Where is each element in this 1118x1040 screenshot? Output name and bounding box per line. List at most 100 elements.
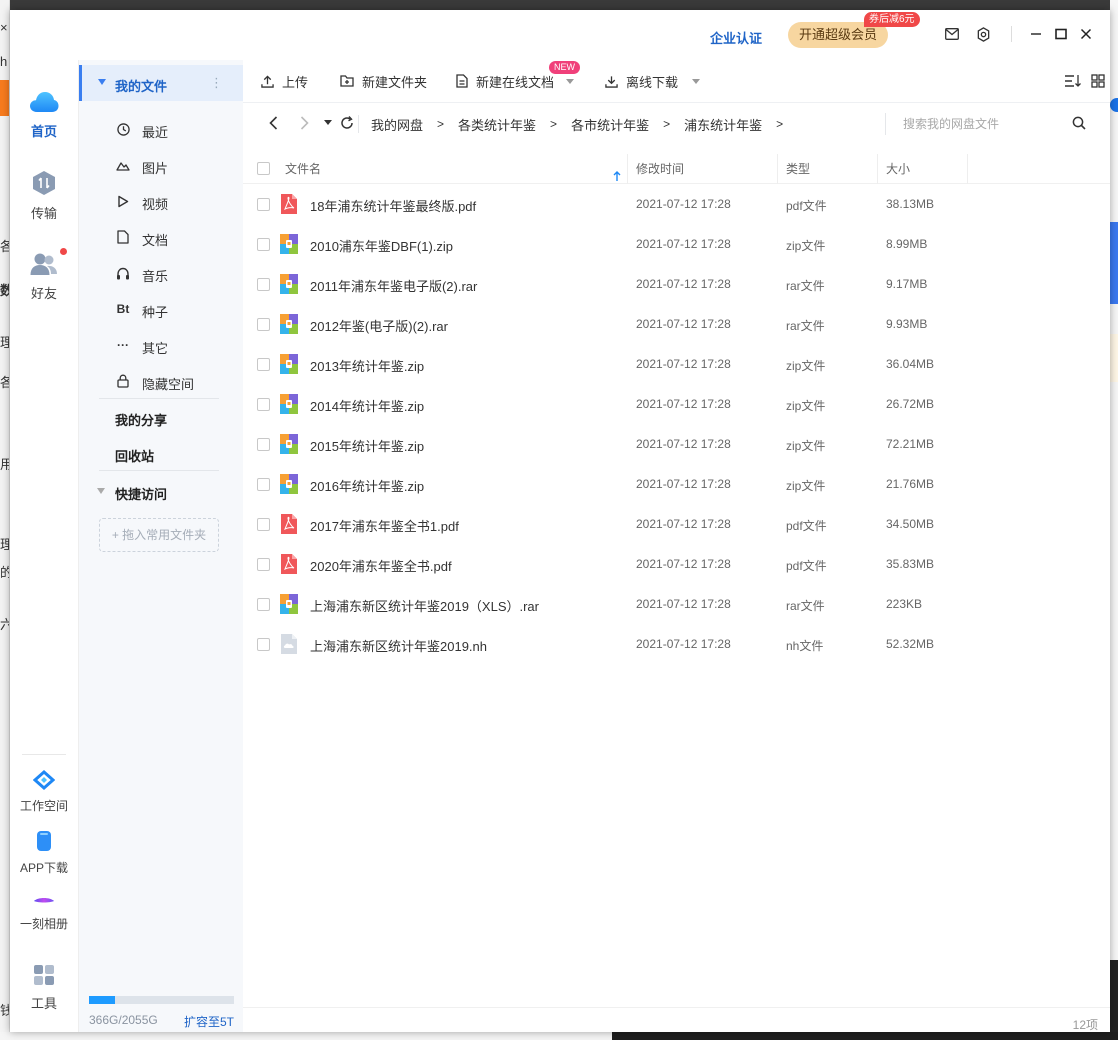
nav-my-share[interactable]: 我的分享 bbox=[115, 410, 167, 429]
column-header-modified[interactable]: 修改时间 bbox=[628, 154, 778, 184]
row-checkbox[interactable] bbox=[257, 358, 270, 371]
file-row[interactable]: 2017年浦东年鉴全书1.pdf 2021-07-12 17:28 pdf文件 34.… bbox=[243, 504, 1110, 544]
row-checkbox[interactable] bbox=[257, 558, 270, 571]
drop-folder-zone[interactable]: + 拖入常用文件夹 bbox=[99, 518, 219, 552]
file-row[interactable]: 上海浦东新区统计年鉴2019（XLS）.rar 2021-07-12 17:28 r… bbox=[243, 584, 1110, 624]
grid-view-icon[interactable] bbox=[1089, 72, 1107, 90]
new-folder-label: 新建文件夹 bbox=[362, 74, 428, 90]
collapse-triangle-icon[interactable] bbox=[97, 488, 105, 494]
sort-icon[interactable] bbox=[1063, 72, 1081, 90]
row-checkbox[interactable] bbox=[257, 238, 270, 251]
row-checkbox[interactable] bbox=[257, 638, 270, 651]
column-header-name[interactable]: 文件名 bbox=[277, 154, 628, 184]
background-yellow-block bbox=[1110, 334, 1118, 382]
file-name[interactable]: 2013年统计年鉴.zip bbox=[310, 356, 424, 375]
mail-icon[interactable] bbox=[942, 24, 962, 44]
rail-item-workspace[interactable]: 工作空间 bbox=[10, 769, 78, 814]
file-name[interactable]: 2016年统计年鉴.zip bbox=[310, 476, 424, 495]
row-checkbox[interactable] bbox=[257, 318, 270, 331]
nav-quick-access[interactable]: 快捷访问 bbox=[115, 484, 167, 503]
rail-item-friends[interactable]: 好友 bbox=[10, 252, 78, 302]
file-size: 35.83MB bbox=[886, 557, 935, 571]
search-input[interactable] bbox=[903, 115, 1063, 133]
file-size: 21.76MB bbox=[886, 477, 935, 491]
rail-item-album[interactable]: 一刻相册 bbox=[10, 894, 78, 932]
background-text: 钱 bbox=[0, 1000, 9, 1019]
back-icon[interactable] bbox=[265, 115, 281, 131]
nav-item-torrents[interactable]: Bt 种子 bbox=[79, 291, 244, 327]
maximize-icon[interactable] bbox=[1051, 24, 1071, 44]
file-name[interactable]: 2017年浦东年鉴全书1.pdf bbox=[310, 516, 459, 535]
search-box bbox=[885, 113, 1100, 135]
nav-item-other[interactable]: ··· 其它 bbox=[79, 327, 244, 363]
file-row[interactable]: 2011年浦东年鉴电子版(2).rar 2021-07-12 17:28 rar文件… bbox=[243, 264, 1110, 304]
file-name[interactable]: 18年浦东统计年鉴最终版.pdf bbox=[310, 196, 476, 215]
row-checkbox[interactable] bbox=[257, 438, 270, 451]
gear-icon[interactable] bbox=[973, 24, 993, 44]
rail-item-app-download[interactable]: APP下载 bbox=[10, 830, 78, 876]
expand-storage-link[interactable]: 扩容至5T bbox=[184, 1013, 234, 1030]
row-checkbox[interactable] bbox=[257, 398, 270, 411]
file-name[interactable]: 2015年统计年鉴.zip bbox=[310, 436, 424, 455]
file-name[interactable]: 2020年浦东年鉴全书.pdf bbox=[310, 556, 452, 575]
new-online-doc-button[interactable]: 新建在线文档 bbox=[456, 72, 575, 90]
nav-item-label: 图片 bbox=[142, 161, 169, 176]
nav-item-music[interactable]: 音乐 bbox=[79, 255, 244, 291]
new-folder-button[interactable]: 新建文件夹 bbox=[340, 72, 427, 90]
nav-item-hidden-space[interactable]: 隐藏空间 bbox=[79, 363, 244, 399]
file-name[interactable]: 上海浦东新区统计年鉴2019（XLS）.rar bbox=[310, 596, 539, 615]
row-checkbox[interactable] bbox=[257, 278, 270, 291]
file-row[interactable]: 2012年鉴(电子版)(2).rar 2021-07-12 17:28 rar文件 9… bbox=[243, 304, 1110, 344]
forward-icon[interactable] bbox=[296, 115, 312, 131]
nav-item-recent[interactable]: 最近 bbox=[79, 111, 244, 147]
column-header-size[interactable]: 大小 bbox=[878, 154, 968, 184]
chevron-down-icon[interactable] bbox=[692, 78, 701, 84]
enterprise-cert-link[interactable]: 企业认证 bbox=[710, 28, 762, 47]
close-icon[interactable] bbox=[1076, 24, 1096, 44]
offline-download-button[interactable]: 离线下载 bbox=[605, 72, 701, 90]
nav-item-images[interactable]: 图片 bbox=[79, 147, 244, 183]
nav-item-videos[interactable]: 视频 bbox=[79, 183, 244, 219]
row-checkbox[interactable] bbox=[257, 198, 270, 211]
row-checkbox[interactable] bbox=[257, 518, 270, 531]
refresh-icon[interactable] bbox=[339, 115, 355, 131]
file-name[interactable]: 2014年统计年鉴.zip bbox=[310, 396, 424, 415]
nav-my-files[interactable]: 我的文件 ⋮ bbox=[79, 65, 244, 101]
file-name[interactable]: 2010浦东年鉴DBF(1).zip bbox=[310, 236, 453, 255]
file-type: nh文件 bbox=[786, 639, 824, 653]
breadcrumb-item[interactable]: 浦东统计年鉴 bbox=[684, 115, 762, 134]
row-checkbox[interactable] bbox=[257, 598, 270, 611]
chevron-down-icon[interactable] bbox=[566, 78, 575, 84]
row-checkbox[interactable] bbox=[257, 478, 270, 491]
breadcrumb: 我的网盘 > 各类统计年鉴 > 各市统计年鉴 > 浦东统计年鉴 > bbox=[358, 115, 797, 133]
nav-recycle-bin[interactable]: 回收站 bbox=[115, 446, 154, 465]
search-icon[interactable] bbox=[1072, 116, 1086, 133]
nav-item-documents[interactable]: 文档 bbox=[79, 219, 244, 255]
file-name[interactable]: 2012年鉴(电子版)(2).rar bbox=[310, 316, 448, 335]
breadcrumb-separator: > bbox=[550, 117, 558, 131]
rail-item-transfer[interactable]: 传输 bbox=[10, 170, 78, 222]
history-dropdown-icon[interactable] bbox=[320, 115, 336, 131]
upload-button[interactable]: 上传 bbox=[261, 72, 308, 90]
file-row[interactable]: 上海浦东新区统计年鉴2019.nh 2021-07-12 17:28 nh文件 52.… bbox=[243, 624, 1110, 664]
file-name[interactable]: 上海浦东新区统计年鉴2019.nh bbox=[310, 636, 487, 655]
file-name[interactable]: 2011年浦东年鉴电子版(2).rar bbox=[310, 276, 477, 295]
transfer-icon bbox=[33, 171, 55, 195]
file-row[interactable]: 2015年统计年鉴.zip 2021-07-12 17:28 zip文件 72.21M… bbox=[243, 424, 1110, 464]
breadcrumb-item[interactable]: 各市统计年鉴 bbox=[571, 115, 649, 134]
breadcrumb-item[interactable]: 各类统计年鉴 bbox=[458, 115, 536, 134]
file-row[interactable]: 2016年统计年鉴.zip 2021-07-12 17:28 zip文件 21.76M… bbox=[243, 464, 1110, 504]
file-row[interactable]: 2010浦东年鉴DBF(1).zip 2021-07-12 17:28 zip文件 8… bbox=[243, 224, 1110, 264]
file-row[interactable]: 2014年统计年鉴.zip 2021-07-12 17:28 zip文件 26.72M… bbox=[243, 384, 1110, 424]
file-row[interactable]: 2013年统计年鉴.zip 2021-07-12 17:28 zip文件 36.04M… bbox=[243, 344, 1110, 384]
more-vertical-icon[interactable]: ⋮ bbox=[210, 75, 223, 91]
file-row[interactable]: 2020年浦东年鉴全书.pdf 2021-07-12 17:28 pdf文件 35.8… bbox=[243, 544, 1110, 584]
breadcrumb-item[interactable]: 我的网盘 bbox=[371, 115, 423, 134]
file-row[interactable]: 18年浦东统计年鉴最终版.pdf 2021-07-12 17:28 pdf文件 38.… bbox=[243, 184, 1110, 224]
collapse-triangle-icon[interactable] bbox=[98, 79, 106, 85]
column-header-type[interactable]: 类型 bbox=[778, 154, 878, 184]
rail-item-home[interactable]: 首页 bbox=[10, 90, 78, 140]
select-all-checkbox[interactable] bbox=[257, 162, 270, 175]
minimize-icon[interactable] bbox=[1026, 24, 1046, 44]
rail-item-tools[interactable]: 工具 bbox=[10, 964, 78, 1012]
